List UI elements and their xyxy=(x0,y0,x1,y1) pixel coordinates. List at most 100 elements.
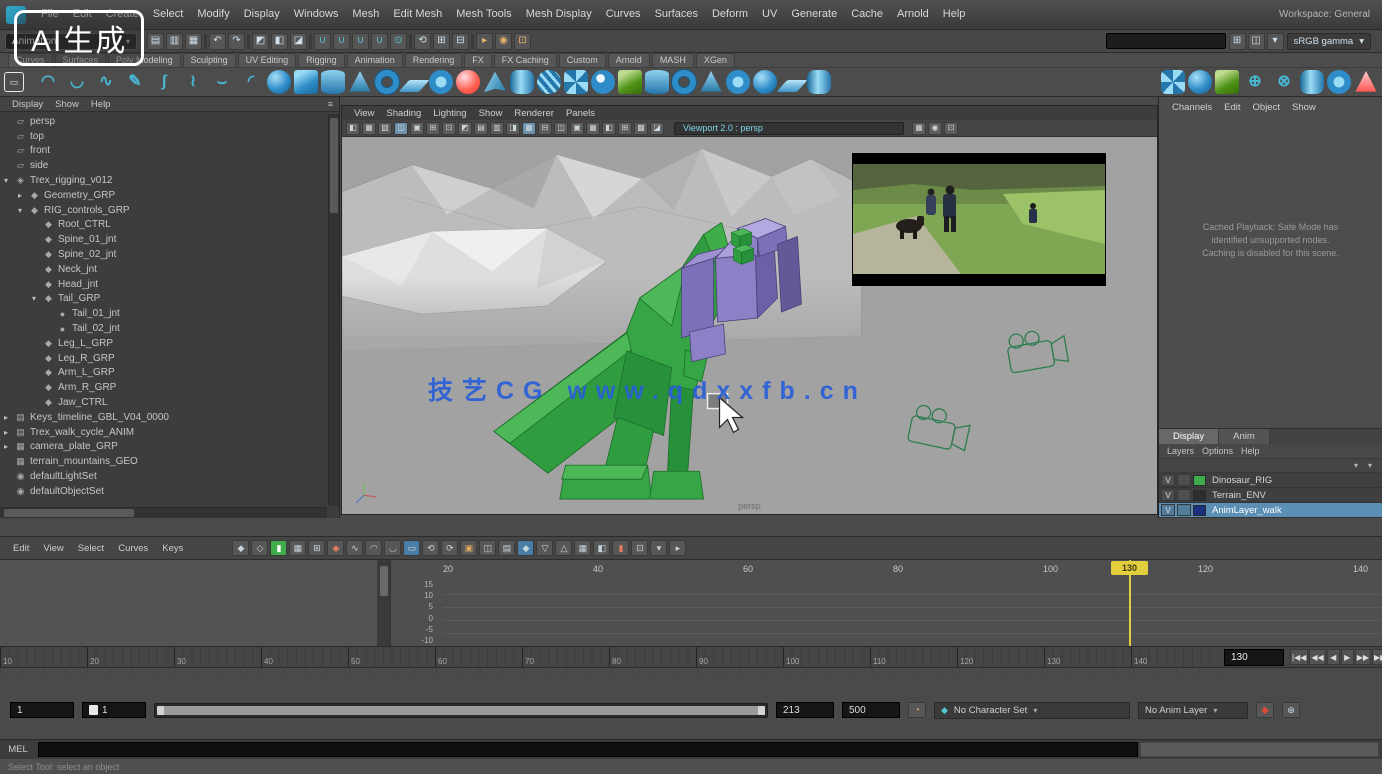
vp-icon[interactable]: ◩ xyxy=(458,122,472,135)
outliner-item[interactable]: ● Tail_01_jnt xyxy=(0,306,327,321)
shelf-extra-cone-icon[interactable] xyxy=(1354,70,1378,94)
outliner-item[interactable]: ◆ Root_CTRL xyxy=(0,218,327,233)
construction-history-icon[interactable]: ⟲ xyxy=(414,33,431,50)
arc-tool-icon[interactable]: ʃ xyxy=(151,69,177,95)
layer-editor-menu[interactable]: Options xyxy=(1202,446,1233,456)
mute-channel-icon[interactable]: ▮ xyxy=(612,540,629,556)
anim-menu[interactable]: Select xyxy=(71,543,111,554)
shelf-menu-icon[interactable]: ▭ xyxy=(4,72,24,92)
anim-icon[interactable]: ▦ xyxy=(574,540,591,556)
time-slider[interactable]: 102030405060708090100110120130140 130 |◀… xyxy=(0,646,1382,668)
color-management-dropdown[interactable]: sRGB gamma ▾ xyxy=(1287,33,1371,50)
channel-box-menu[interactable]: Edit xyxy=(1219,102,1245,113)
animation-start-field[interactable]: 1 xyxy=(10,702,74,718)
vp-icon[interactable]: ▦ xyxy=(586,122,600,135)
shelf-extra-disc-icon[interactable] xyxy=(1327,70,1351,94)
workspace-selector[interactable]: Workspace: General xyxy=(1279,9,1382,20)
time-ticks[interactable]: 102030405060708090100110120130140 xyxy=(0,647,1218,667)
outliner-item[interactable]: ▱ side xyxy=(0,158,327,173)
vp-icon[interactable]: ▣ xyxy=(410,122,424,135)
step-back-frame-button[interactable]: ◀ xyxy=(1327,649,1340,665)
snap-to-point-icon[interactable]: ∪ xyxy=(352,33,369,50)
attach-curve-icon[interactable]: ⌣ xyxy=(209,69,235,95)
playback-speed-icon[interactable]: ◔ xyxy=(908,702,926,718)
menubar-menu[interactable]: Select xyxy=(146,0,191,29)
tangent-flat-icon[interactable]: ◠ xyxy=(365,540,382,556)
scrollbar-thumb[interactable] xyxy=(4,509,134,517)
highlight-selection-icon[interactable]: ⊞ xyxy=(1229,33,1246,50)
vp-icon[interactable]: ⊞ xyxy=(426,122,440,135)
menubar-menu[interactable]: Deform xyxy=(705,0,755,29)
poly-plane-icon[interactable] xyxy=(398,80,429,92)
separator[interactable] xyxy=(309,34,312,49)
outliner-item[interactable]: ▱ front xyxy=(0,144,327,159)
outliner-menu[interactable]: Help xyxy=(85,99,117,110)
time-tick-cell[interactable]: 80 xyxy=(609,647,696,667)
bezier-curve-icon[interactable]: ◡ xyxy=(64,69,90,95)
layer-editor-tab[interactable]: Anim xyxy=(1219,429,1270,444)
range-start-handle[interactable] xyxy=(157,706,164,715)
outliner-item[interactable]: ◆ Arm_R_GRP xyxy=(0,380,327,395)
layer-editor-tab[interactable]: Display xyxy=(1159,429,1219,444)
anim-icon[interactable]: ▸ xyxy=(669,540,686,556)
shelf-extra-cube-icon[interactable] xyxy=(1215,70,1239,94)
layer-row[interactable]: V Terrain_ENV xyxy=(1159,488,1382,503)
poly-ultra-shape-icon[interactable] xyxy=(672,70,696,94)
poly-ring-icon[interactable] xyxy=(726,70,750,94)
step-forward-key-button[interactable]: ▶▶ xyxy=(1355,649,1371,665)
poly-sphere-icon[interactable] xyxy=(267,70,291,94)
menubar-menu[interactable]: Cache xyxy=(844,0,890,29)
expand-arrow-icon[interactable]: ▸ xyxy=(18,191,28,200)
poly-soccer-icon[interactable] xyxy=(591,70,615,94)
expand-arrow-icon[interactable]: ▾ xyxy=(32,294,42,303)
time-tick-cell[interactable]: 110 xyxy=(870,647,957,667)
anim-icon[interactable]: ▽ xyxy=(536,540,553,556)
time-tick-cell[interactable]: 40 xyxy=(261,647,348,667)
layer-visibility-toggle[interactable]: V xyxy=(1161,489,1175,501)
viewport-menu[interactable]: Show xyxy=(473,108,509,119)
go-to-end-button[interactable]: ▶▶| xyxy=(1372,649,1382,665)
shelf-tab[interactable]: MASH xyxy=(652,53,694,67)
shelf-tab[interactable]: Arnold xyxy=(608,53,650,67)
outliner-item[interactable]: ◆ Spine_02_jnt xyxy=(0,247,327,262)
outliner-horizontal-scrollbar[interactable] xyxy=(0,507,327,518)
key-grid[interactable] xyxy=(443,582,1382,646)
outliner-item[interactable]: ◆ Leg_L_GRP xyxy=(0,336,327,351)
anim-icon[interactable]: ▦ xyxy=(289,540,306,556)
ep-curve-icon[interactable]: ◠ xyxy=(35,69,61,95)
render-settings-icon[interactable]: ⊡ xyxy=(514,33,531,50)
anim-icon[interactable]: ▤ xyxy=(498,540,515,556)
animation-end-field[interactable]: 500 xyxy=(842,702,900,718)
snap-to-curve-icon[interactable]: ∪ xyxy=(333,33,350,50)
range-handle-icon[interactable] xyxy=(89,705,98,715)
snap-to-grid-icon[interactable]: ∪ xyxy=(314,33,331,50)
time-tick-cell[interactable]: 100 xyxy=(783,647,870,667)
vp-icon[interactable]: ⊞ xyxy=(618,122,632,135)
shelf-tab[interactable]: Animation xyxy=(347,53,403,67)
cycle-before-icon[interactable]: ⟲ xyxy=(422,540,439,556)
layer-row[interactable]: V AnimLayer_walk xyxy=(1159,503,1382,518)
shelf-tab[interactable]: Rigging xyxy=(298,53,345,67)
chevron-down-icon[interactable]: ▾ xyxy=(1354,461,1358,470)
outliner-item[interactable]: ◆ Leg_R_GRP xyxy=(0,351,327,366)
poly-torus-icon[interactable] xyxy=(375,70,399,94)
outliner-item[interactable]: ▸ ▤ Trex_walk_cycle_ANIM xyxy=(0,425,327,440)
shelf-extra-gear-icon[interactable] xyxy=(1161,70,1185,94)
vp-icon[interactable]: ⊟ xyxy=(538,122,552,135)
outliner-item[interactable]: ▾ ◈ Trex_rigging_v012 xyxy=(0,173,327,188)
viewport-menu[interactable]: Shading xyxy=(380,108,427,119)
vp-icon[interactable]: ⊡ xyxy=(442,122,456,135)
shelf-extra-pipe-icon[interactable] xyxy=(1300,70,1324,94)
poly-ball-icon[interactable] xyxy=(753,70,777,94)
more-options-icon[interactable]: ▾ xyxy=(1267,33,1284,50)
outliner-item[interactable]: ▱ persp xyxy=(0,114,327,129)
menubar-menu[interactable]: Surfaces xyxy=(648,0,705,29)
anim-menu[interactable]: Edit xyxy=(6,543,36,554)
time-tick-cell[interactable]: 20 xyxy=(87,647,174,667)
time-tick-cell[interactable]: 90 xyxy=(696,647,783,667)
poly-disc-icon[interactable] xyxy=(429,70,453,94)
set-key-icon[interactable]: ◆ xyxy=(232,540,249,556)
menubar-menu[interactable]: Edit Mesh xyxy=(386,0,449,29)
outliner-item[interactable]: ◆ Neck_jnt xyxy=(0,262,327,277)
poly-pipe-icon[interactable] xyxy=(510,70,534,94)
